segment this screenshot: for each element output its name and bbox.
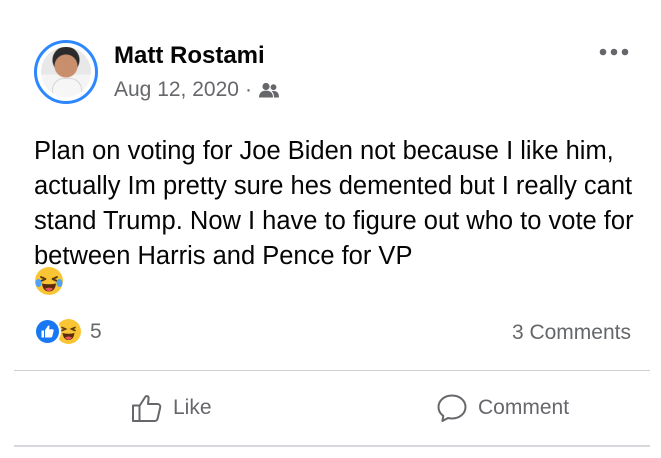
avatar[interactable] [34,40,98,104]
facebook-post: Matt Rostami Aug 12, 2020 · Plan on voti… [0,0,661,458]
post-header: Matt Rostami Aug 12, 2020 · [34,40,634,110]
more-options-button[interactable] [594,40,634,64]
like-button[interactable]: Like [14,372,345,444]
comments-count-link[interactable]: 3 Comments [512,321,631,345]
author-name[interactable]: Matt Rostami [114,42,265,70]
divider [14,370,650,371]
post-date[interactable]: Aug 12, 2020 [114,78,239,102]
laughing-crying-emoji [34,266,64,301]
post-text: Plan on voting for Joe Biden not because… [34,137,634,270]
avatar-photo [41,47,91,97]
friends-icon[interactable] [258,82,280,98]
post-actions: Like Comment [14,372,650,444]
thumbs-up-icon [132,395,162,422]
comment-bubble-icon [437,394,467,422]
reaction-count: 5 [90,319,102,343]
comment-button[interactable]: Comment [345,372,650,444]
comment-label: Comment [478,396,570,419]
like-label: Like [173,396,212,419]
avatar-shirt [52,78,82,97]
like-reaction-icon [34,318,61,345]
post-meta: Aug 12, 2020 · [114,78,280,102]
meta-separator: · [244,78,252,101]
reactions-summary[interactable]: 5 [34,318,102,345]
more-options-icon [599,48,629,56]
bottom-divider [14,445,650,447]
